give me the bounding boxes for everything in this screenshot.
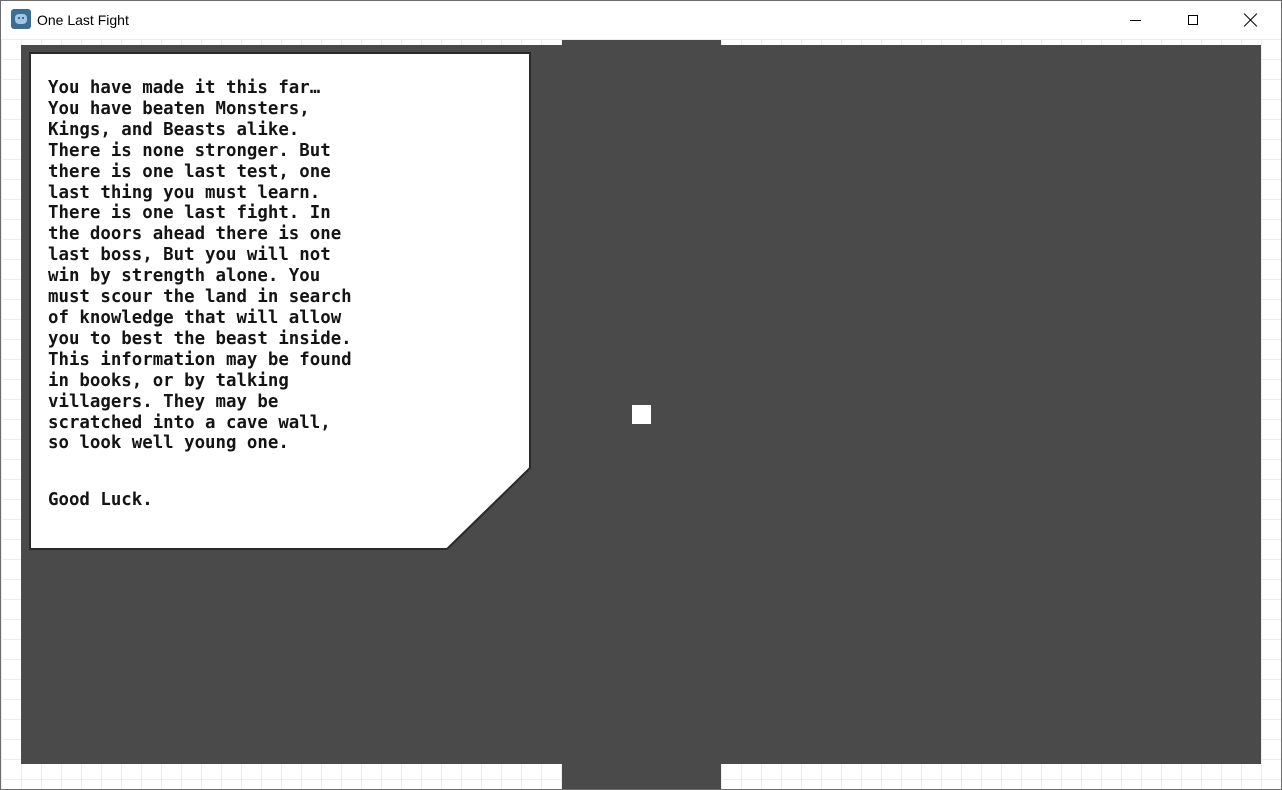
godot-engine-icon [11,9,31,29]
maximize-button[interactable] [1164,1,1222,39]
close-icon [1244,13,1258,27]
player-sprite [632,405,651,424]
window-title: One Last Fight [37,12,129,28]
minimize-icon [1129,19,1141,21]
maximize-icon [1188,15,1198,25]
title-bar[interactable]: One Last Fight [1,1,1281,39]
dialog-box[interactable]: You have made it this far… You have beat… [29,52,531,550]
dialog-text: You have made it this far… You have beat… [48,78,352,454]
minimize-button[interactable] [1106,1,1164,39]
dialog-signoff: Good Luck. [48,490,153,510]
game-window: One Last Fight You have made it this far… [0,0,1282,790]
close-button[interactable] [1222,1,1280,39]
